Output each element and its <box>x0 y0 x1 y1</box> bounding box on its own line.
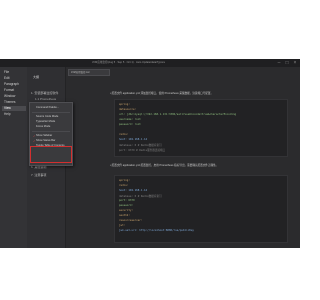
code-line: redis: <box>119 133 129 136</box>
document-tab[interactable]: JVM应用监控.md <box>68 69 110 76</box>
outline-item[interactable]: 7. 注意事项 <box>31 173 46 177</box>
code-line: password: <box>119 204 134 207</box>
code-line: spring: <box>119 103 130 106</box>
code-line: datasource: <box>119 108 137 111</box>
menu-divider <box>32 131 70 132</box>
checkmark-icon: ✓ <box>33 139 36 143</box>
window-title: JVM应用监控(Aug 5 · Sep 5 · Oct 1) · Auto Up… <box>92 61 165 64</box>
menu-item-show-sidebar[interactable]: ✓ Show Sidebar <box>32 134 74 138</box>
code-line: host: 192.168.1.14 <box>119 189 148 192</box>
menu-file[interactable]: File <box>2 70 26 75</box>
menu-themes[interactable]: Themes <box>2 100 26 105</box>
code-line: port: 6379 # Redis服务器连接端口 <box>119 149 166 152</box>
menu-divider <box>32 112 70 113</box>
paragraph: • 配置文件 application.yml 配置监控，启用 Prometheu… <box>110 164 219 167</box>
code-line: security: <box>119 209 134 212</box>
code-line: port: 6379 <box>119 199 135 202</box>
menu-format[interactable]: Format <box>2 88 26 93</box>
close-icon[interactable]: × <box>292 60 298 66</box>
code-line: database: 0 # Redis数据库索引 <box>119 144 162 147</box>
editor[interactable]: JVM应用监控.md • 配置文件 application.yml 添加监控端口… <box>66 67 300 248</box>
sidebar-header: 大纲 <box>33 75 40 79</box>
code-line: redis: <box>119 184 129 187</box>
menu-edit[interactable]: Edit <box>2 76 26 81</box>
code-line: resourceserver: <box>119 219 143 222</box>
menu-paragraph[interactable]: Paragraph <box>2 82 26 87</box>
menu-window[interactable]: Window <box>2 94 26 99</box>
code-line: password: root <box>119 123 141 126</box>
checkmark-icon: ✓ <box>33 134 36 138</box>
maximize-icon[interactable]: □ <box>284 60 290 66</box>
outline-item[interactable]: 1. 安装部署监控软件 <box>31 91 58 95</box>
menu-view[interactable]: View <box>2 106 26 111</box>
code-line: oauth2: <box>119 214 130 217</box>
code-block[interactable]: spring: redis: host: 192.168.1.14 databa… <box>114 175 288 243</box>
app-window: JVM应用监控(Aug 5 · Sep 5 · Oct 1) · Auto Up… <box>0 59 300 248</box>
menu-item-source-code-mode[interactable]: Source Code Mode <box>32 115 74 119</box>
code-line: jwt: <box>119 224 126 227</box>
menu-item-typewriter-mode[interactable]: Typewriter Mode <box>32 120 74 124</box>
code-line: username: root <box>119 118 141 121</box>
highlight-box <box>30 146 72 163</box>
minimize-icon[interactable]: – <box>276 60 282 66</box>
code-line: spring: <box>119 179 130 182</box>
code-line: url: jdbc:mysql://192.168.1.131:3306/sel… <box>119 113 237 116</box>
menu-item-command-palette[interactable]: Command Palette… <box>32 106 74 110</box>
outline-item[interactable]: 1.1 Prometheus <box>35 97 56 101</box>
menu-item-focus-mode[interactable]: Focus Mode <box>32 125 74 129</box>
code-line: host: 192.168.1.14 <box>119 138 148 141</box>
code-line: jwk-set-uri: http://localhost:8080/rsa/p… <box>119 229 194 232</box>
menu-help[interactable]: Help <box>2 112 26 117</box>
menu-item-show-status-bar[interactable]: ✓ Show Status Bar <box>32 139 74 143</box>
title-bar: JVM应用监控(Aug 5 · Sep 5 · Oct 1) · Auto Up… <box>0 59 300 67</box>
paragraph: • 配置文件 application.yml 添加监控端口，使用 Prometh… <box>110 92 214 95</box>
code-block[interactable]: spring: datasource: url: jdbc:mysql://19… <box>114 99 288 157</box>
menu-bar: File Edit Paragraph Format Window Themes… <box>0 67 27 248</box>
code-line: database: 0 # Redis数据库索引 <box>119 195 162 198</box>
